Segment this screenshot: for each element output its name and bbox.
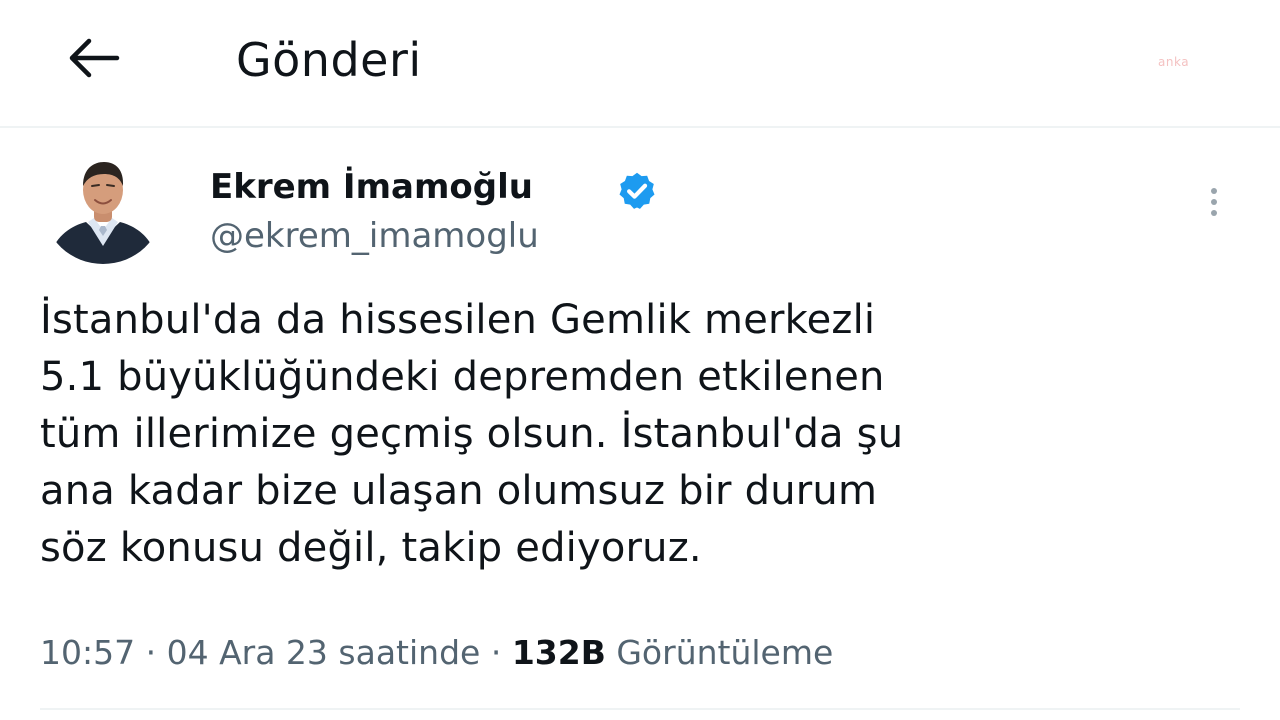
author-handle[interactable]: @ekrem_imamoglu — [210, 214, 539, 258]
top-bar: Gönderi anka — [0, 0, 1280, 128]
watermark-text: anka — [1158, 55, 1190, 69]
author-name[interactable]: Ekrem İmamoğlu — [210, 166, 533, 208]
views-count[interactable]: 132B — [512, 633, 606, 672]
tweet-date[interactable]: 04 Ara 23 saatinde — [167, 633, 481, 672]
tweet-text-line: İstanbul'da da hissesilen Gemlik merkezl… — [40, 297, 876, 343]
meta-separator: · — [135, 633, 167, 672]
tweet-text-line: söz konusu değil, takip ediyoruz. — [40, 525, 702, 571]
more-options-button[interactable] — [1196, 178, 1232, 226]
tweet-text: İstanbul'da da hissesilen Gemlik merkezl… — [40, 292, 1240, 577]
tweet-time[interactable]: 10:57 — [40, 633, 135, 672]
tweet-text-line: ana kadar bize ulaşan olumsuz bir durum — [40, 468, 878, 514]
page-title: Gönderi — [236, 33, 422, 87]
tweet-text-line: tüm illerimize geçmiş olsun. İstanbul'da… — [40, 411, 904, 457]
tweet-meta: 10:57 · 04 Ara 23 saatinde · 132B Görünt… — [40, 630, 833, 676]
meta-separator: · — [480, 633, 512, 672]
more-vertical-icon — [1211, 188, 1217, 194]
arrow-left-icon — [65, 36, 121, 84]
verified-badge-icon — [616, 170, 658, 212]
tweet-detail-page: Gönderi anka Ekrem İmamoğlu @ekrem_imamo… — [0, 0, 1280, 720]
avatar[interactable] — [44, 152, 162, 264]
divider — [40, 708, 1240, 710]
views-label[interactable]: Görüntüleme — [616, 633, 833, 672]
tweet-text-line: 5.1 büyüklüğündeki depremden etkilenen — [40, 354, 885, 400]
back-button[interactable] — [58, 30, 128, 90]
